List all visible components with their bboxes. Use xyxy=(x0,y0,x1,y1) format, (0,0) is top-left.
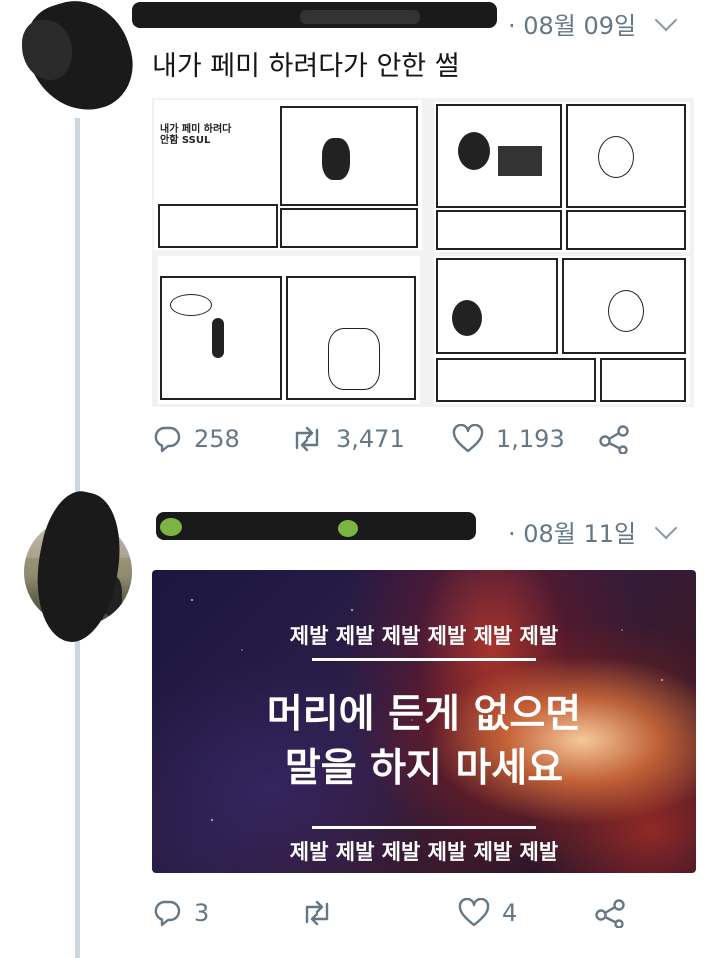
comic-panel xyxy=(280,208,418,248)
retweet-button[interactable]: 3,471 xyxy=(290,424,452,454)
reply-icon xyxy=(154,900,181,927)
reply-count: 3 xyxy=(194,899,210,927)
comic-panel xyxy=(566,210,686,250)
card-divider xyxy=(312,658,536,661)
retweet-icon xyxy=(305,900,329,926)
comic-panel xyxy=(436,258,558,354)
card-main-line-2: 말을 하지 마세요 xyxy=(284,746,564,791)
apple-emoji-icon xyxy=(338,520,358,537)
comic-panel xyxy=(436,104,562,208)
tweet-actions: 3 4 xyxy=(152,898,638,928)
share-button[interactable] xyxy=(594,898,638,928)
comic-page-1: 내가 페미 하려다 안함 SSUL xyxy=(154,100,422,250)
chevron-down-icon[interactable] xyxy=(654,516,678,539)
chevron-down-icon[interactable] xyxy=(654,8,678,31)
card-top-line: 제발 제발 제발 제발 제발 제발 xyxy=(289,624,559,648)
comic-panel xyxy=(436,358,596,402)
retweet-button[interactable] xyxy=(300,898,458,928)
comic-panel xyxy=(566,104,686,208)
tweet-actions: 258 3,471 1,193 xyxy=(152,424,642,454)
share-button[interactable] xyxy=(598,424,642,454)
like-count: 1,193 xyxy=(496,425,565,453)
comic-panel xyxy=(286,276,416,400)
like-button[interactable]: 4 xyxy=(458,898,594,928)
comic-panel xyxy=(158,204,278,248)
comic-image[interactable]: 내가 페미 하려다 안함 SSUL xyxy=(152,98,694,407)
tweet-date[interactable]: · 08월 11일 xyxy=(508,514,636,549)
card-main-line-1: 머리에 든게 없으면 xyxy=(266,692,582,737)
card-divider xyxy=(312,826,536,829)
tweet-text: 내가 페미 하려다가 안한 썰 xyxy=(152,51,460,82)
reply-count: 258 xyxy=(194,425,240,453)
card-bottom-line: 제발 제발 제발 제발 제발 제발 xyxy=(289,840,559,864)
heart-icon xyxy=(452,424,484,453)
reply-button[interactable]: 258 xyxy=(152,424,290,454)
comic-panel xyxy=(600,358,686,402)
reply-icon xyxy=(154,426,181,453)
retweet-icon xyxy=(295,426,319,452)
share-icon xyxy=(599,425,629,454)
retweet-count: 3,471 xyxy=(336,425,405,453)
comic-page-3 xyxy=(158,256,420,404)
comic-page-4 xyxy=(434,256,690,404)
comic-panel xyxy=(562,258,686,354)
comic-title: 내가 페미 하려다 안함 SSUL xyxy=(160,124,232,146)
comic-page-2 xyxy=(434,102,690,252)
comic-panel xyxy=(436,210,562,250)
comic-panel xyxy=(160,276,282,400)
reply-button[interactable]: 3 xyxy=(152,898,300,928)
like-button[interactable]: 1,193 xyxy=(452,424,598,454)
heart-icon xyxy=(458,898,490,927)
galaxy-text-image[interactable]: 제발 제발 제발 제발 제발 제발 머리에 든게 없으면 말을 하지 마세요 제… xyxy=(152,570,696,873)
comic-panel xyxy=(280,106,418,206)
share-icon xyxy=(595,899,625,928)
like-count: 4 xyxy=(502,899,518,927)
tweet-date[interactable]: · 08월 09일 xyxy=(508,6,636,41)
apple-emoji-icon xyxy=(160,518,182,536)
